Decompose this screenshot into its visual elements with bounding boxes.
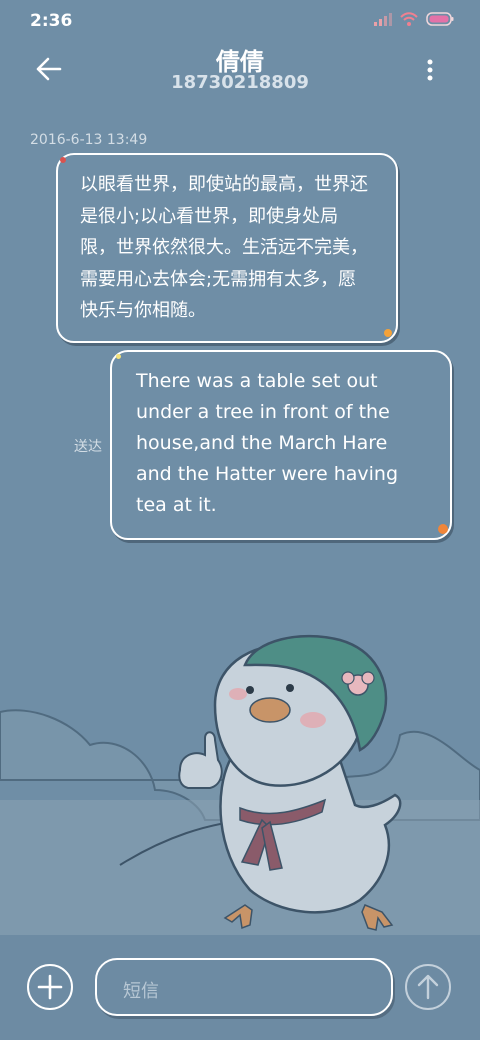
plus-icon[interactable] <box>26 963 74 1011</box>
delivery-status: 送达 <box>74 439 102 455</box>
status-time: 2:36 <box>30 11 73 31</box>
conversation-header: 倩倩 18730218809 <box>0 40 480 112</box>
sms-input-placeholder: 短信 <box>123 981 159 1002</box>
message-timestamp: 2016-6-13 13:49 <box>30 132 148 148</box>
more-vert-icon[interactable] <box>416 56 444 84</box>
signal-icon <box>374 13 392 26</box>
outgoing-message-bubble[interactable]: There was a table set out under a tree i… <box>110 350 452 540</box>
incoming-message-bubble[interactable]: 以眼看世界，即使站的最高，世界还是很小;以心看世界，即使身处局限，世界依然很大。… <box>56 153 398 343</box>
messaging-screen: 2:36 倩倩 18730218809 2016-6-13 13:49 以眼看世… <box>0 0 480 1040</box>
status-bar: 2:36 <box>0 0 480 40</box>
battery-icon <box>426 12 454 26</box>
bubble-corner-dot <box>116 354 121 359</box>
status-icons <box>374 12 454 26</box>
message-text: 以眼看世界，即使站的最高，世界还是很小;以心看世界，即使身处局限，世界依然很大。… <box>80 174 368 321</box>
message-text: There was a table set out under a tree i… <box>136 370 399 516</box>
bubble-corner-dot <box>60 157 66 163</box>
sms-input[interactable]: 短信 <box>95 958 393 1016</box>
wifi-icon <box>400 12 418 26</box>
up-arrow-icon[interactable] <box>404 963 452 1011</box>
bubble-corner-dot <box>384 329 392 337</box>
contact-number: 18730218809 <box>171 72 309 93</box>
composer-bar: 短信 <box>0 935 480 1040</box>
bubble-corner-dot <box>438 524 448 534</box>
